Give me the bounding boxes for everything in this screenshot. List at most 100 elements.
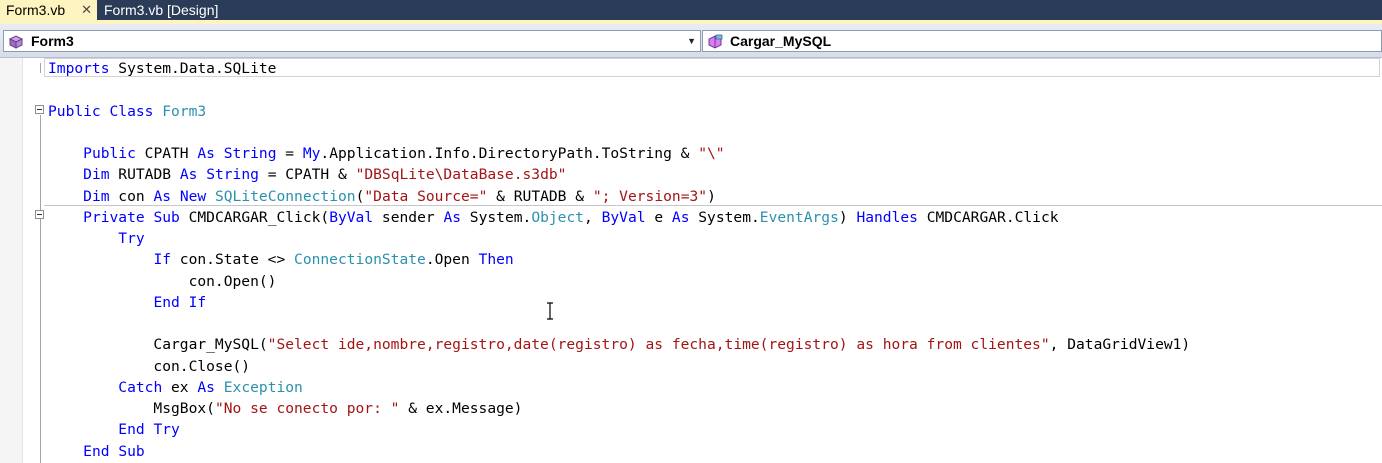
code-token: .Application.Info.DirectoryPath.ToString… xyxy=(320,145,699,162)
code-token: , xyxy=(584,208,602,226)
code-token: Object xyxy=(531,208,585,226)
code-token: Dim xyxy=(83,187,110,205)
class-icon xyxy=(8,35,24,49)
code-token: Class xyxy=(109,102,154,120)
code-token: As xyxy=(671,208,690,226)
code-token: As xyxy=(443,208,462,226)
collapse-class-toggle[interactable] xyxy=(35,105,44,114)
code-token: = CPATH & xyxy=(258,166,356,184)
code-token: ex xyxy=(162,378,198,396)
code-line[interactable]: Imports System.Data.SQLite xyxy=(48,58,276,79)
code-token: .Open xyxy=(425,251,479,269)
code-token: ByVal xyxy=(601,208,646,226)
code-line[interactable]: End Try xyxy=(48,419,180,440)
code-token: EventArgs xyxy=(759,208,839,226)
code-line[interactable]: Public Class Form3 xyxy=(48,101,206,122)
code-token: sender xyxy=(373,208,444,226)
code-token: CPATH xyxy=(135,145,198,162)
code-line[interactable]: con.Open() xyxy=(48,271,277,292)
code-line[interactable]: Catch ex As Exception xyxy=(48,377,303,398)
code-token: As xyxy=(197,145,215,162)
code-token: System.Data.SQLite xyxy=(109,60,277,77)
collapse-sub-toggle[interactable] xyxy=(35,210,44,219)
code-token: con.Open() xyxy=(48,272,277,290)
code-token: Catch xyxy=(118,378,163,396)
code-line[interactable]: MsgBox("No se conecto por: " & ex.Messag… xyxy=(48,398,522,419)
tab-form3-design[interactable]: Form3.vb [Design] xyxy=(98,0,218,20)
code-token: As xyxy=(153,187,172,205)
code-token: con.Close() xyxy=(48,357,251,375)
code-token: Cargar_MySQL( xyxy=(48,336,268,354)
document-tab-strip: Form3.vb ✕ Form3.vb [Design] xyxy=(0,0,1382,20)
tab-form3-vb[interactable]: Form3.vb ✕ xyxy=(0,0,97,20)
code-token: Handles xyxy=(856,208,918,226)
code-line[interactable]: con.Close() xyxy=(48,356,250,377)
code-line[interactable]: Dim RUTADB As String = CPATH & "DBSqLite… xyxy=(48,164,566,185)
code-token: Public xyxy=(48,102,101,120)
member-name-value: Cargar_MySQL xyxy=(730,33,832,49)
code-token: As xyxy=(197,378,215,396)
code-line[interactable]: Dim con As New SQLiteConnection("Data So… xyxy=(48,186,716,207)
code-line[interactable]: Public CPATH As String = My.Application.… xyxy=(48,143,724,164)
code-editor[interactable]: Imports System.Data.SQLite Public Class F… xyxy=(0,58,1382,463)
code-token: System. xyxy=(461,208,532,226)
code-token: Sub xyxy=(153,208,180,226)
code-line[interactable]: End If xyxy=(48,292,206,313)
member-name-dropdown[interactable]: Cargar_MySQL xyxy=(702,30,1382,52)
code-token: CMDCARGAR_Click( xyxy=(179,208,330,226)
code-token: e xyxy=(645,208,672,226)
code-token: & ex.Message) xyxy=(399,400,523,417)
code-token: New xyxy=(179,187,207,205)
code-token: String xyxy=(206,166,259,184)
navigation-bar: Form3 ▼ Cargar_MySQL xyxy=(0,24,1382,58)
code-token: End xyxy=(118,421,145,439)
code-token: MsgBox( xyxy=(48,400,215,417)
code-line[interactable]: Cargar_MySQL("Select ide,nombre,registro… xyxy=(48,334,1190,355)
code-token: If xyxy=(153,251,172,269)
code-token: & RUTADB & xyxy=(487,187,593,205)
code-line[interactable]: End Sub xyxy=(48,441,145,462)
code-token: ConnectionState xyxy=(294,251,426,269)
tab-label: Form3.vb [Design] xyxy=(104,2,219,18)
close-icon[interactable]: ✕ xyxy=(81,0,92,20)
code-token: Public xyxy=(83,145,136,162)
code-token: RUTADB xyxy=(109,166,180,184)
class-name-dropdown[interactable]: Form3 ▼ xyxy=(3,30,701,52)
code-token: Form3 xyxy=(162,102,207,120)
text-cursor-icon xyxy=(547,302,553,320)
chevron-down-icon[interactable]: ▼ xyxy=(687,31,696,51)
code-token: My xyxy=(302,145,321,162)
code-token: End xyxy=(153,293,180,311)
code-line[interactable]: Try xyxy=(48,228,144,249)
code-token: Private xyxy=(83,208,145,226)
code-token: Try xyxy=(153,421,180,439)
code-token: End xyxy=(83,442,110,460)
code-token: ) xyxy=(838,208,857,226)
code-token: If xyxy=(188,293,207,311)
code-token: Exception xyxy=(223,378,303,396)
code-token: Then xyxy=(478,251,514,269)
code-token: Dim xyxy=(83,166,110,184)
code-line[interactable]: Private Sub CMDCARGAR_Click(ByVal sender… xyxy=(48,207,1058,228)
method-icon xyxy=(708,34,723,49)
code-token: SQLiteConnection xyxy=(214,187,356,205)
code-line[interactable]: If con.State <> ConnectionState.Open The… xyxy=(48,249,514,270)
code-token: = xyxy=(276,145,303,162)
code-token: ByVal xyxy=(329,208,374,226)
